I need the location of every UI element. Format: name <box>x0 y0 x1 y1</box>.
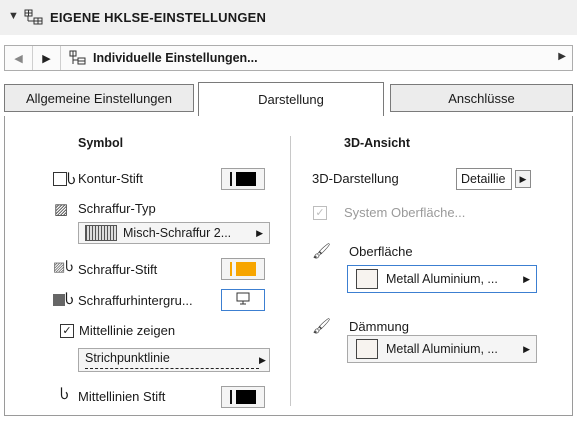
favorites-bar: ◀ ▶ Individuelle Einstellungen... ▶ <box>4 45 573 71</box>
pen-icon: Ⴑ <box>53 172 76 186</box>
linientyp-dropdown[interactable]: Strichpunktlinie ▶ <box>78 348 270 372</box>
material-swatch <box>356 339 378 359</box>
tab-label: Allgemeine Einstellungen <box>26 90 172 106</box>
hatch-preview-icon <box>85 225 117 241</box>
linientyp-value: Strichpunktlinie <box>85 351 170 365</box>
tab-anschluesse[interactable]: Anschlüsse <box>390 84 573 112</box>
kontur-stift-button[interactable] <box>221 168 265 190</box>
oberflaeche-label: Oberfläche <box>349 244 413 259</box>
triangle-right-icon: ▶ <box>523 273 530 284</box>
daemmung-value: Metall Aluminium, ... <box>386 342 498 356</box>
schraffur-typ-dropdown[interactable]: Misch-Schraffur 2... ▶ <box>78 222 270 244</box>
schraffur-hintergrund-label: Schraffurhintergru... <box>78 293 193 308</box>
system-oberflaeche-label: System Oberfläche... <box>344 205 466 220</box>
favorites-settings-icon <box>69 50 87 66</box>
ansicht3d-heading: 3D-Ansicht <box>344 136 410 150</box>
schraffur-typ-label: Schraffur-Typ <box>78 201 156 216</box>
pen-icon: Ⴑ <box>60 386 69 402</box>
schraffur-stift-button[interactable] <box>221 258 265 280</box>
triangle-right-icon: ▶ <box>523 343 530 354</box>
mittellinie-zeigen-checkbox[interactable]: ✓ <box>60 324 74 338</box>
favorites-dropdown-label[interactable]: Individuelle Einstellungen... <box>93 51 258 65</box>
symbol-heading: Symbol <box>78 136 124 150</box>
triangle-left-icon: ◀ <box>14 52 23 65</box>
pen-color-swatch <box>236 262 256 276</box>
3d-darstellung-label: 3D-Darstellung <box>312 171 399 186</box>
settings-panel-icon <box>24 8 44 26</box>
3d-darstellung-dropdown[interactable]: Detaillie <box>456 168 512 190</box>
system-oberflaeche-checkbox[interactable]: ✓ <box>313 206 327 220</box>
background-pen-icon: Ⴑ <box>53 292 74 306</box>
triangle-right-icon: ▶ <box>256 227 263 238</box>
mittellinie-zeigen-label: Mittellinie zeigen <box>79 323 176 338</box>
monitor-icon <box>236 292 250 308</box>
schraffur-typ-value: Misch-Schraffur 2... <box>123 226 232 240</box>
previous-button[interactable]: ◀ <box>5 46 33 70</box>
tab-label: Anschlüsse <box>448 90 515 106</box>
panel-title-bar[interactable]: ▼ EIGENE HKLSE-EINSTELLUNGEN <box>0 0 577 35</box>
tab-allgemeine-einstellungen[interactable]: Allgemeine Einstellungen <box>4 84 194 112</box>
next-button[interactable]: ▶ <box>33 46 61 70</box>
tab-darstellung[interactable]: Darstellung <box>198 82 384 116</box>
triangle-right-icon: ▶ <box>519 173 527 184</box>
material-swatch <box>356 269 378 289</box>
daemmung-label: Dämmung <box>349 319 409 334</box>
paint-brush-icon: 🖌 <box>312 243 332 260</box>
dash-dot-line-preview <box>85 368 259 369</box>
mittellinien-stift-label: Mittellinien Stift <box>78 389 166 404</box>
triangle-right-icon: ▶ <box>42 52 51 65</box>
chevron-down-icon[interactable]: ▼ <box>8 10 19 22</box>
pen-color-swatch <box>236 390 256 404</box>
triangle-right-icon: ▶ <box>259 355 266 365</box>
hatch-type-icon: ▨ <box>54 201 69 218</box>
oberflaeche-value: Metall Aluminium, ... <box>386 272 498 286</box>
schraffur-hintergrund-button[interactable] <box>221 289 265 311</box>
checkmark-icon: ✓ <box>62 324 72 337</box>
column-divider <box>290 136 291 406</box>
mittellinien-stift-button[interactable] <box>221 386 265 408</box>
paint-brush-icon: 🖌 <box>312 318 332 335</box>
daemmung-dropdown[interactable]: Metall Aluminium, ... ▶ <box>347 335 537 363</box>
kontur-stift-label: Kontur-Stift <box>78 171 144 186</box>
hatch-pen-icon: ▨Ⴑ <box>53 259 74 274</box>
tab-label: Darstellung <box>258 92 324 107</box>
3d-darstellung-arrow-button[interactable]: ▶ <box>515 170 531 188</box>
pen-color-swatch <box>236 172 256 186</box>
panel-title: EIGENE HKLSE-EINSTELLUNGEN <box>50 10 267 25</box>
schraffur-stift-label: Schraffur-Stift <box>78 262 158 277</box>
3d-darstellung-value: Detaillie <box>461 172 506 186</box>
triangle-right-icon[interactable]: ▶ <box>558 51 566 62</box>
oberflaeche-dropdown[interactable]: Metall Aluminium, ... ▶ <box>347 265 537 293</box>
checkmark-icon: ✓ <box>315 206 325 219</box>
